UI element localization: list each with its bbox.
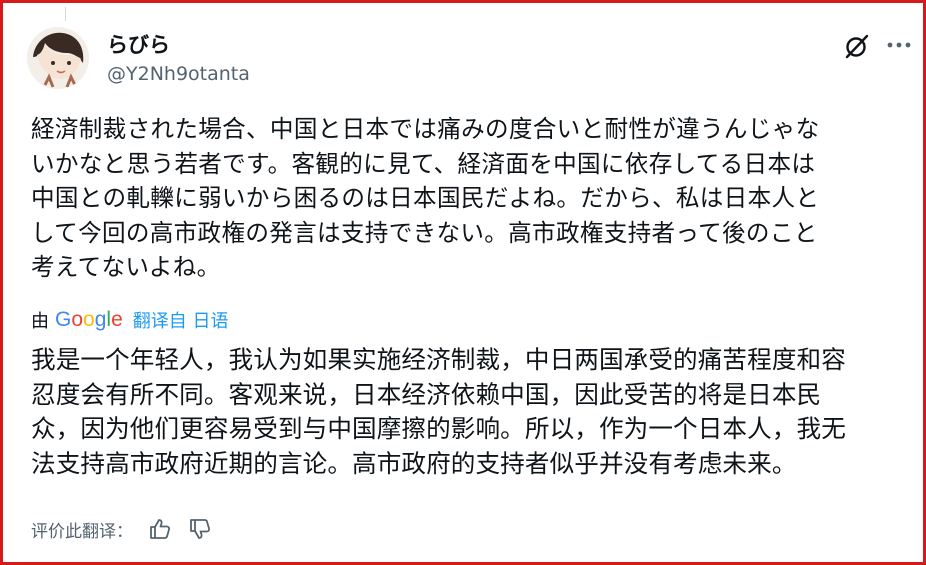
translated-line: 忍度会有所不同。客观来说，日本经济依赖中国，因此受苦的将是日本民 [31, 379, 822, 409]
post-original-text: 経済制裁された場合、中国と日本では痛みの度合いと耐性が違うんじゃな いかなと思う… [31, 112, 911, 285]
author-handle[interactable]: @Y2Nh9otanta [107, 63, 250, 85]
translated-line: 我是一个年轻人，我认为如果实施经济制裁，中日两国承受的痛苦程度和容 [31, 345, 846, 374]
avatar[interactable] [27, 27, 89, 89]
original-line: して今回の高市政権の発言は支持できない。高市政権支持者って後のこと [31, 218, 818, 247]
translated-by-label: 由 [31, 311, 49, 332]
post-card: らびら @Y2Nh9otanta 経済制裁された場合、中国と日本では痛みの度合い… [0, 0, 926, 565]
original-line: 考えてないよね。 [31, 253, 221, 281]
thumbs-down-icon[interactable] [187, 516, 213, 542]
original-line: 中国との軋轢に弱いから困るのは日本国民だよね。だから、私は日本人と [31, 184, 820, 212]
more-icon[interactable] [884, 32, 914, 58]
translated-line: 众，因为他们更容易受到与中国摩擦的影响。所以，作为一个日本人，我无 [31, 414, 846, 443]
thumbs-up-icon[interactable] [147, 516, 173, 542]
thread-line [65, 7, 66, 21]
post-translated-text: 我是一个年轻人，我认为如果实施经济制裁，中日两国承受的痛苦程度和容 忍度会有所不… [31, 343, 911, 481]
rate-translation-row: 评价此翻译： [31, 514, 213, 544]
translated-line: 法支持高市政府近期的言论。高市政府的支持者似乎并没有考虑未来。 [31, 448, 797, 478]
google-logo: Google [55, 308, 123, 331]
author-display-name[interactable]: らびら [107, 29, 170, 59]
original-line: 経済制裁された場合、中国と日本では痛みの度合いと耐性が違うんじゃな [31, 115, 820, 143]
translated-from-link[interactable]: 翻译自 日语 [133, 307, 229, 333]
translation-attribution: 由 Google 翻译自 日语 [31, 305, 229, 335]
rate-translation-label: 评价此翻译： [31, 521, 133, 542]
avatar-illustration-icon [27, 27, 89, 89]
grok-slash-icon[interactable] [843, 32, 871, 60]
original-line: いかなと思う若者です。客観的に見て、経済面を中国に依存してる日本は [31, 149, 816, 178]
